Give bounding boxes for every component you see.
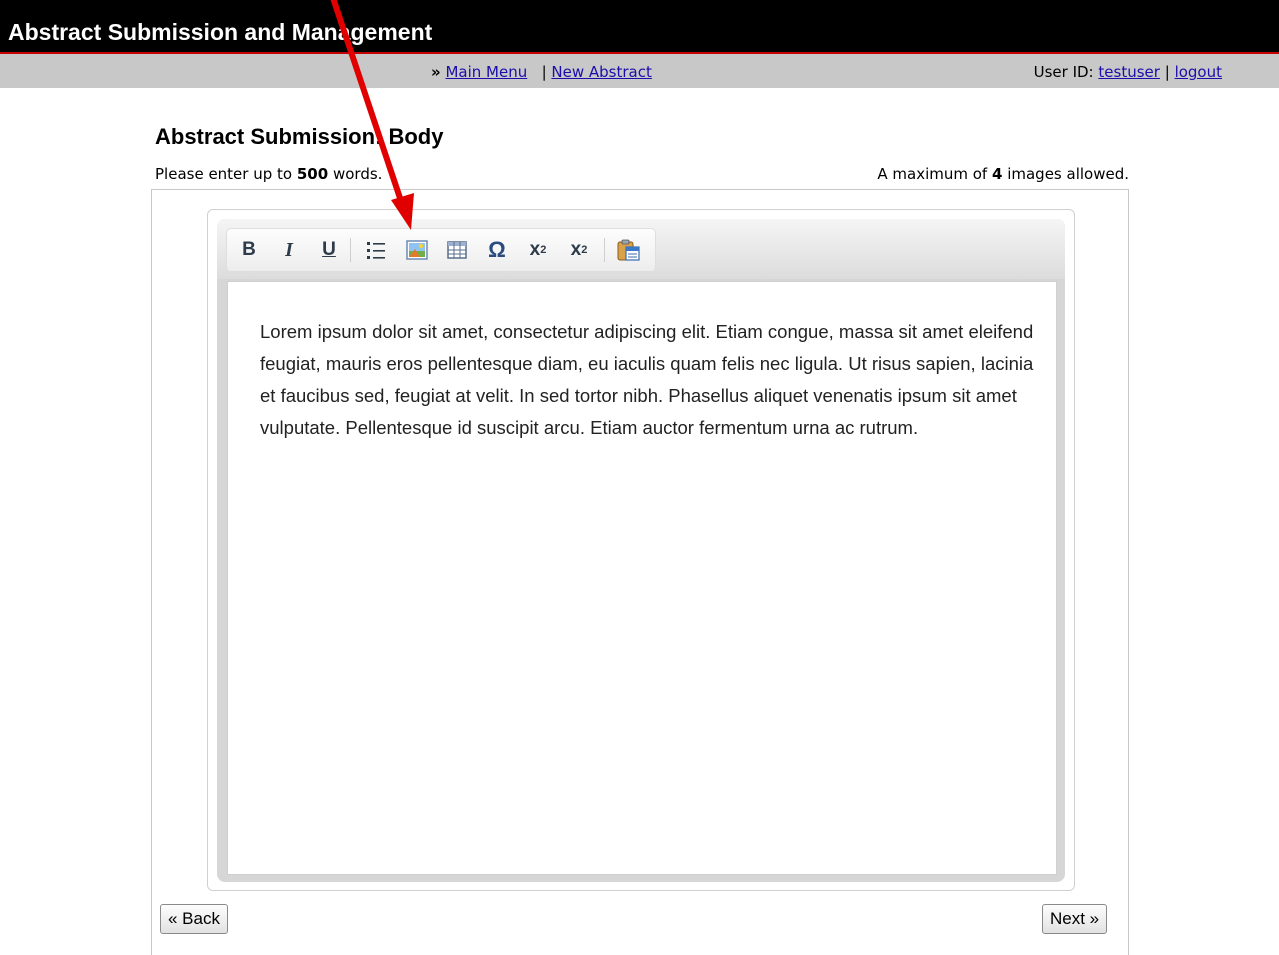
word-limit-value: 500: [296, 165, 329, 183]
image-limit-value: 4: [991, 165, 1003, 183]
toolbar-separator: [350, 238, 351, 262]
main-menu-link[interactable]: Main Menu: [445, 63, 527, 81]
subscript-button[interactable]: x2: [565, 235, 593, 265]
superscript-mark: 2: [540, 244, 547, 256]
italic-button[interactable]: I: [275, 235, 303, 265]
underline-button[interactable]: U: [315, 235, 343, 265]
word-limit-prefix: Please enter up to: [155, 165, 293, 183]
editor-content-area[interactable]: Lorem ipsum dolor sit amet, consectetur …: [227, 281, 1057, 875]
app-title: Abstract Submission and Management: [8, 19, 433, 45]
logout-link[interactable]: logout: [1175, 63, 1222, 81]
image-limit-prefix: A maximum of: [877, 165, 988, 183]
page-title: Abstract Submission: Body: [155, 124, 444, 149]
image-limit-suffix: images allowed.: [1007, 165, 1129, 183]
table-icon: [447, 241, 467, 259]
user-info: User ID: testuser | logout: [1034, 63, 1222, 81]
username-link[interactable]: testuser: [1098, 63, 1160, 81]
new-abstract-link[interactable]: New Abstract: [551, 63, 651, 81]
image-icon: [406, 240, 428, 260]
abstract-body-text: Lorem ipsum dolor sit amet, consectetur …: [260, 321, 1034, 438]
bullet-list-icon: [367, 242, 385, 259]
insert-table-button[interactable]: [443, 235, 471, 265]
nav-links: » Main Menu | New Abstract: [431, 63, 652, 81]
bullet-list-button[interactable]: [362, 235, 390, 265]
image-limit-note: A maximum of 4 images allowed.: [877, 165, 1129, 183]
bold-button[interactable]: B: [235, 235, 263, 265]
special-character-button[interactable]: Ω: [483, 235, 511, 265]
paste-from-word-button[interactable]: [615, 235, 643, 265]
paste-icon: [617, 239, 640, 261]
insert-image-button[interactable]: [403, 235, 431, 265]
word-limit-suffix: words.: [332, 165, 383, 183]
next-button[interactable]: Next »: [1042, 904, 1108, 934]
word-limit-note: Please enter up to 500 words.: [155, 165, 382, 183]
user-id-label: User ID:: [1033, 63, 1094, 81]
subscript-base: x: [570, 239, 582, 260]
subscript-mark: 2: [581, 244, 588, 256]
superscript-button[interactable]: x2: [524, 235, 552, 265]
editor-toolbar: B I U Ω x2 x2: [226, 228, 656, 272]
user-separator: |: [1164, 63, 1170, 81]
app-header: Abstract Submission and Management: [0, 0, 1279, 54]
back-button[interactable]: « Back: [160, 904, 228, 934]
nav-prefix: »: [431, 63, 441, 81]
nav-separator: |: [541, 63, 547, 81]
superscript-base: x: [529, 239, 541, 260]
toolbar-separator: [604, 238, 605, 262]
nav-bar: » Main Menu | New Abstract User ID: test…: [0, 54, 1279, 88]
